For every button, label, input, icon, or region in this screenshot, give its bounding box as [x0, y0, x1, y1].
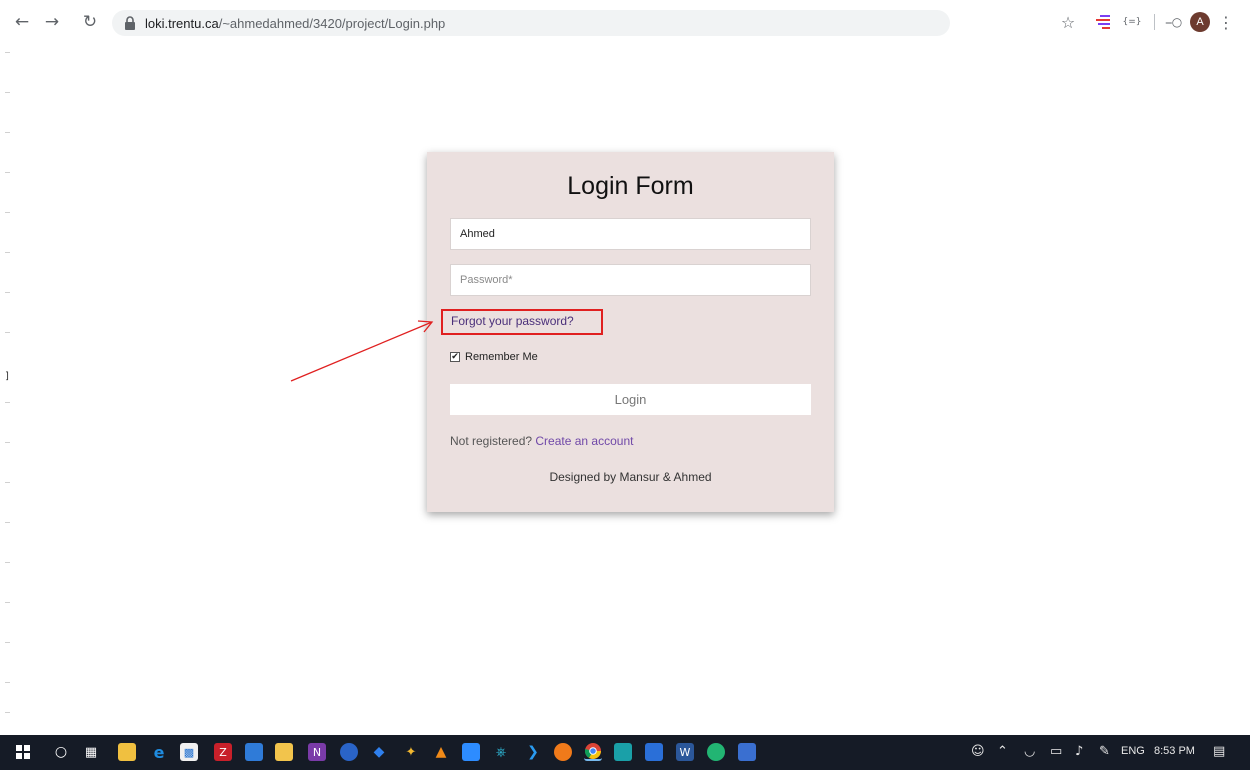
- username-input[interactable]: Ahmed: [450, 218, 811, 250]
- search-cortana-icon[interactable]: ○: [52, 743, 70, 761]
- browser-toolbar: ← → ↻ loki.trentu.ca/~ahmedahmed/3420/pr…: [0, 0, 1250, 46]
- margin-bracket: ]: [5, 371, 9, 382]
- volume-muted-icon[interactable]: ♪: [1075, 744, 1083, 759]
- key-icon[interactable]: ⎯○: [1164, 10, 1184, 34]
- app-blue2-icon[interactable]: [738, 743, 756, 761]
- pen-icon[interactable]: ✎: [1099, 744, 1110, 759]
- more-menu-icon[interactable]: ⋮: [1218, 10, 1234, 34]
- people-icon[interactable]: ☺: [971, 744, 985, 759]
- chrome-icon[interactable]: [584, 743, 602, 761]
- paint-icon[interactable]: [275, 743, 293, 761]
- toolbar-divider: [1154, 14, 1155, 30]
- forward-arrow-icon[interactable]: →: [40, 10, 64, 34]
- back-arrow-icon[interactable]: ←: [10, 10, 34, 34]
- task-view-icon[interactable]: ▦: [82, 743, 100, 761]
- windows-taskbar: ○ ▦ e ▩ Z N ◆ ✦ ▲ ⎈ ❯ W ☺ ⌃ ◡ ▭ ♪ ✎ ENG …: [0, 735, 1250, 770]
- url-host: loki.trentu.ca: [145, 15, 219, 31]
- password-input[interactable]: Password*: [450, 264, 811, 296]
- app-network-icon[interactable]: ⎈: [492, 743, 510, 761]
- address-bar[interactable]: loki.trentu.ca/~ahmedahmed/3420/project/…: [112, 10, 950, 36]
- designer-credit: Designed by Mansur & Ahmed: [549, 470, 712, 484]
- create-account-link[interactable]: Create an account: [535, 434, 633, 448]
- notifications-icon[interactable]: ▤: [1213, 744, 1225, 759]
- url-text: loki.trentu.ca/~ahmedahmed/3420/project/…: [145, 16, 445, 31]
- remember-me-row[interactable]: ✔ Remember Me: [450, 351, 538, 363]
- remember-me-label: Remember Me: [465, 351, 538, 363]
- register-prompt: Not registered? Create an account: [450, 434, 633, 448]
- onenote-icon[interactable]: N: [308, 743, 326, 761]
- clock[interactable]: 8:53 PM: [1154, 745, 1195, 757]
- sticky-notes-icon[interactable]: [245, 743, 263, 761]
- json-extension-icon[interactable]: {=}: [1120, 10, 1144, 34]
- profile-avatar[interactable]: A: [1190, 12, 1210, 32]
- file-explorer-icon[interactable]: [118, 743, 136, 761]
- reload-icon[interactable]: ↻: [78, 10, 102, 34]
- tray-chevron-icon[interactable]: ⌃: [997, 744, 1008, 759]
- app-chat-icon[interactable]: [645, 743, 663, 761]
- vscode-icon[interactable]: ❯: [524, 743, 542, 761]
- bookmark-star-icon[interactable]: ☆: [1058, 10, 1078, 34]
- page-margin-ticks: [5, 46, 11, 726]
- remember-me-checkbox[interactable]: ✔: [450, 352, 460, 362]
- edge-browser-icon[interactable]: e: [150, 743, 168, 762]
- firefox-icon[interactable]: [554, 743, 572, 761]
- wifi-icon[interactable]: ◡: [1024, 744, 1035, 759]
- form-title: Login Form: [567, 172, 694, 200]
- app-blue-icon[interactable]: [340, 743, 358, 761]
- app-bird-icon[interactable]: ✦: [402, 743, 420, 761]
- language-indicator[interactable]: ENG: [1121, 745, 1145, 757]
- filezilla-icon[interactable]: Z: [214, 743, 232, 761]
- store-icon[interactable]: ▩: [180, 743, 198, 761]
- sourcetree-icon[interactable]: ◆: [370, 743, 388, 761]
- vlc-icon[interactable]: ▲: [432, 743, 450, 761]
- battery-icon[interactable]: ▭: [1050, 744, 1062, 759]
- zoom-icon[interactable]: [462, 743, 480, 761]
- windows-start-icon[interactable]: [14, 743, 32, 761]
- app-green-icon[interactable]: [707, 743, 725, 761]
- app-teal-icon[interactable]: [614, 743, 632, 761]
- annotation-highlight-box: [441, 309, 603, 335]
- login-button[interactable]: Login: [450, 384, 811, 415]
- lock-icon: [125, 16, 135, 30]
- extension-menu-icon[interactable]: [1092, 10, 1112, 34]
- register-prefix: Not registered?: [450, 434, 533, 448]
- word-icon[interactable]: W: [676, 743, 694, 761]
- url-path: /~ahmedahmed/3420/project/Login.php: [218, 15, 446, 31]
